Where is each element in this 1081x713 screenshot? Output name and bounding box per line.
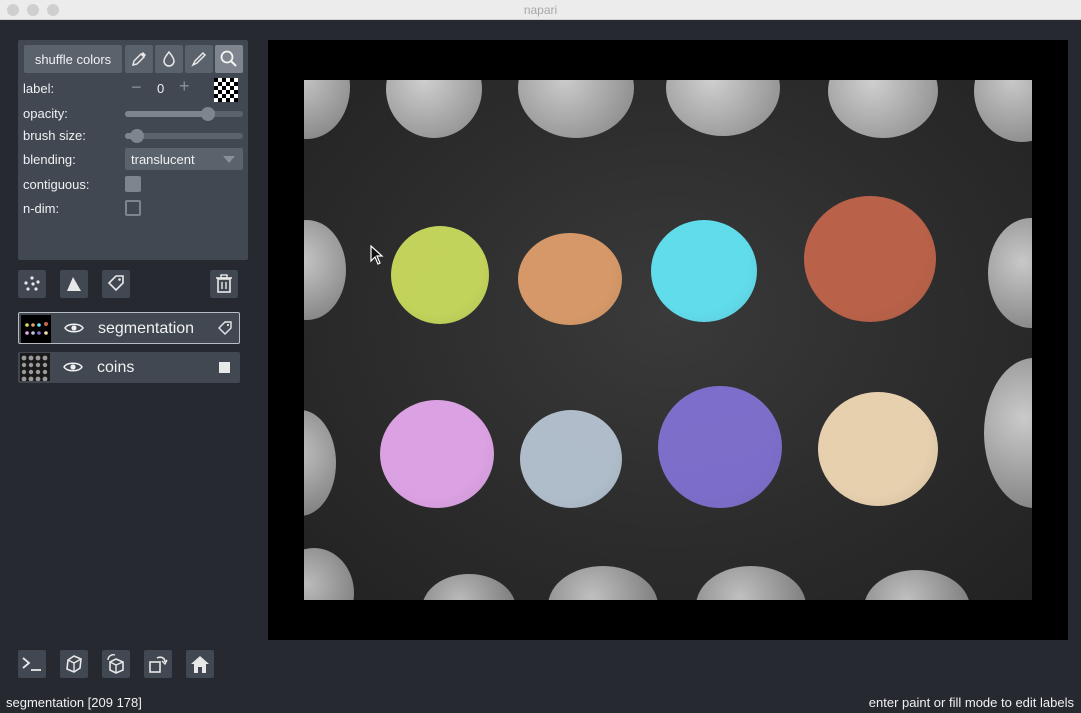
label-region[interactable] bbox=[380, 400, 494, 508]
brush-size-label: brush size: bbox=[23, 128, 86, 143]
layer-controls-panel: shuffle colors label: − 0 + opacity: bru… bbox=[18, 40, 248, 260]
grey-coin bbox=[304, 410, 336, 516]
layer-name[interactable]: segmentation bbox=[98, 320, 194, 338]
label-region[interactable] bbox=[804, 196, 936, 322]
ndim-label: n-dim: bbox=[23, 201, 60, 216]
image-square-icon bbox=[219, 362, 230, 373]
shuffle-colors-button[interactable]: shuffle colors bbox=[24, 45, 122, 73]
cube-icon bbox=[66, 655, 82, 673]
chevron-down-icon bbox=[223, 156, 235, 163]
layer-name[interactable]: coins bbox=[97, 359, 134, 377]
grey-coin bbox=[974, 80, 1032, 142]
label-region[interactable] bbox=[818, 392, 938, 506]
eyedropper-icon bbox=[131, 52, 146, 67]
roll-cube-icon bbox=[107, 654, 124, 674]
label-region[interactable] bbox=[518, 233, 622, 325]
brush-size-slider[interactable] bbox=[125, 129, 243, 143]
grey-coin bbox=[548, 566, 658, 600]
grey-coin bbox=[828, 80, 938, 138]
new-shapes-layer-button[interactable] bbox=[60, 270, 88, 298]
grey-coin bbox=[864, 570, 970, 600]
eye-icon[interactable] bbox=[63, 360, 83, 374]
transparent-color-swatch[interactable] bbox=[214, 78, 238, 102]
label-region[interactable] bbox=[658, 386, 782, 508]
opacity-slider[interactable] bbox=[125, 107, 243, 121]
pick-mode-button[interactable] bbox=[125, 45, 153, 73]
grey-coin bbox=[304, 220, 346, 320]
grey-coin bbox=[984, 358, 1032, 508]
blending-value: translucent bbox=[131, 152, 195, 167]
label-value: 0 bbox=[157, 81, 165, 96]
transpose-dimensions-button[interactable] bbox=[144, 650, 172, 678]
toggle-ndisplay-button[interactable] bbox=[60, 650, 88, 678]
paint-mode-button[interactable] bbox=[185, 45, 213, 73]
terminal-icon bbox=[22, 657, 41, 671]
title-bar: napari bbox=[0, 0, 1081, 20]
fill-mode-button[interactable] bbox=[155, 45, 183, 73]
label-tag-icon bbox=[218, 321, 232, 335]
label-tag-icon bbox=[107, 275, 124, 292]
blending-dropdown[interactable]: translucent bbox=[125, 148, 243, 170]
droplet-icon bbox=[163, 50, 175, 67]
coins-image[interactable] bbox=[304, 80, 1032, 600]
label-region[interactable] bbox=[391, 226, 489, 324]
new-points-layer-button[interactable] bbox=[18, 270, 46, 298]
magnifier-icon bbox=[220, 50, 237, 67]
delete-layer-button[interactable] bbox=[210, 270, 238, 298]
console-button[interactable] bbox=[18, 650, 46, 678]
eye-icon[interactable] bbox=[64, 321, 84, 335]
opacity-slider-handle[interactable] bbox=[201, 107, 215, 121]
label-spinbox[interactable]: − 0 + bbox=[125, 76, 199, 100]
label-region[interactable] bbox=[520, 410, 622, 508]
grey-coin bbox=[666, 80, 780, 136]
layer-item-coins[interactable]: coins bbox=[18, 352, 240, 383]
points-icon bbox=[24, 276, 40, 291]
brush-size-slider-handle[interactable] bbox=[130, 129, 144, 143]
coins-thumbnail bbox=[20, 353, 50, 381]
viewer-canvas[interactable] bbox=[268, 40, 1068, 640]
label-region[interactable] bbox=[651, 220, 757, 322]
new-labels-layer-button[interactable] bbox=[102, 270, 130, 298]
contiguous-checkbox[interactable] bbox=[125, 176, 141, 192]
label-label: label: bbox=[23, 81, 55, 96]
grey-coin bbox=[304, 80, 350, 139]
grey-coin bbox=[304, 548, 354, 600]
transpose-icon bbox=[149, 656, 168, 673]
opacity-slider-fill bbox=[125, 111, 208, 117]
trash-icon bbox=[216, 274, 232, 293]
increment-icon[interactable]: + bbox=[179, 76, 190, 97]
ndim-checkbox[interactable] bbox=[125, 200, 141, 216]
home-icon bbox=[191, 656, 209, 673]
roll-dimensions-button[interactable] bbox=[102, 650, 130, 678]
segmentation-thumbnail bbox=[21, 315, 51, 343]
status-help-text: enter paint or fill mode to edit labels bbox=[868, 695, 1074, 710]
pan-zoom-mode-button[interactable] bbox=[215, 45, 243, 73]
grey-coin bbox=[988, 218, 1032, 328]
paintbrush-icon bbox=[191, 51, 207, 67]
grey-coin bbox=[386, 80, 482, 138]
contiguous-label: contiguous: bbox=[23, 177, 90, 192]
grey-coin bbox=[696, 566, 806, 600]
opacity-label: opacity: bbox=[23, 106, 68, 121]
status-coordinates: segmentation [209 178] bbox=[6, 695, 142, 710]
grey-coin bbox=[422, 574, 516, 600]
blending-label: blending: bbox=[23, 152, 76, 167]
grey-coin bbox=[518, 80, 634, 138]
layer-item-segmentation[interactable]: segmentation bbox=[18, 312, 240, 344]
window-title: napari bbox=[523, 3, 558, 17]
status-bar: segmentation [209 178] enter paint or fi… bbox=[0, 690, 1081, 713]
mouse-cursor-icon bbox=[370, 245, 384, 265]
shapes-icon bbox=[67, 277, 81, 291]
reset-view-button[interactable] bbox=[186, 650, 214, 678]
decrement-icon[interactable]: − bbox=[131, 77, 142, 98]
checkerboard-icon bbox=[214, 78, 238, 102]
